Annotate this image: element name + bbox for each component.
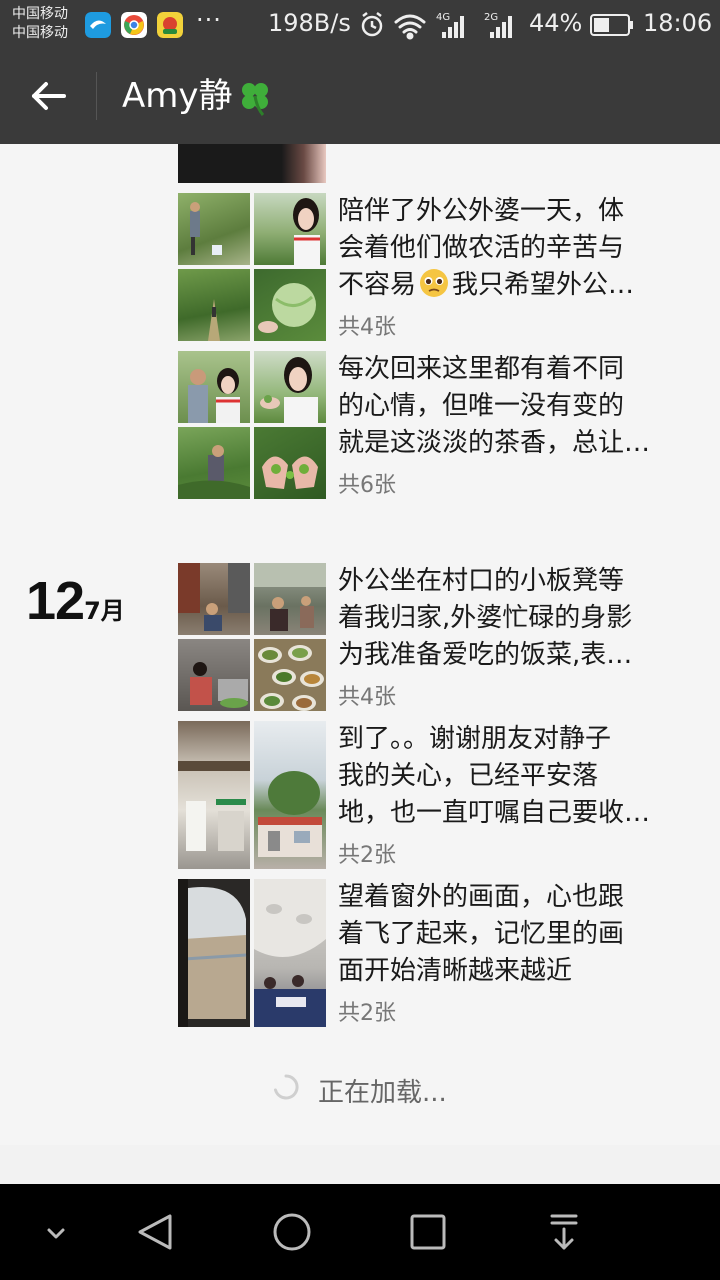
caption-line: 外公坐在村口的小板凳等 <box>338 566 625 596</box>
caption-line: 不容易 我只希望外公… <box>338 267 690 304</box>
album-post[interactable]: 到了。。谢谢朋友对静子 我的关心，已经平安落 地，也一直叮嘱自己要收… 共2张 <box>178 721 698 869</box>
wifi-icon <box>394 14 426 40</box>
pull-down-icon <box>550 1214 578 1250</box>
caption-line: 面开始清晰越来越近 <box>338 956 573 986</box>
post-thumbnails[interactable] <box>178 879 326 1027</box>
caption-line: 望着窗外的画面，心也跟 <box>338 882 625 912</box>
clock: 18:06 <box>643 9 713 37</box>
caption-text: 我只希望外公… <box>452 270 635 300</box>
date-header: 127月 <box>26 570 125 632</box>
photo-thumbnail[interactable] <box>178 144 326 183</box>
photo-thumbnail[interactable] <box>178 721 250 869</box>
photo-thumbnail[interactable] <box>178 427 250 499</box>
chrome-app-icon <box>121 12 147 38</box>
caption-line: 地，也一直叮嘱自己要收… <box>338 798 651 828</box>
album-post[interactable]: 外公坐在村口的小板凳等 着我归家,外婆忙碌的身影 为我准备爱吃的饭菜,表… 共4… <box>178 563 698 711</box>
date-month: 7月 <box>84 597 125 625</box>
photo-thumbnail[interactable] <box>254 427 326 499</box>
arrow-left-icon <box>32 82 66 110</box>
recents-nav-button[interactable] <box>404 1208 452 1256</box>
circle-home-icon <box>273 1213 311 1251</box>
spinner-icon <box>274 1074 299 1100</box>
photo-thumbnail[interactable] <box>254 193 326 265</box>
carrier-2: 中国移动 <box>12 25 68 41</box>
navigation-bar <box>0 1184 720 1280</box>
battery-percent: 44% <box>529 9 583 37</box>
loading-indicator: 正在加载... <box>0 1069 720 1109</box>
caption-text: 不容易 <box>338 270 417 300</box>
album-post[interactable]: 陪伴了外公外婆一天，体 会着他们做农活的辛苦与 不容易 我只希望外公… 共4张 <box>178 193 698 341</box>
carrier-label: 中国移动 中国移动 <box>12 5 68 43</box>
network-speed: 198B/s <box>268 9 351 37</box>
loading-text: 正在加载... <box>318 1078 447 1108</box>
album-post[interactable]: 每次回来这里都有着不同 的心情，但唯一没有变的 就是这淡淡的茶香，总让… 共6张 <box>178 351 698 499</box>
photo-thumbnail[interactable] <box>178 879 250 1027</box>
caption-line: 陪伴了外公外婆一天，体 <box>338 196 625 226</box>
battery-icon <box>590 14 633 36</box>
net-4g-label: 4G <box>436 12 450 23</box>
alarm-icon <box>361 12 383 37</box>
back-button[interactable] <box>22 72 74 120</box>
post-thumbnails[interactable] <box>178 721 326 869</box>
chevron-down-icon <box>47 1228 65 1239</box>
photo-count: 共2张 <box>338 843 396 868</box>
square-recents-icon <box>410 1214 446 1250</box>
photo-count: 共4张 <box>338 685 396 710</box>
post-caption[interactable]: 陪伴了外公外婆一天，体 会着他们做农活的辛苦与 不容易 我只希望外公… <box>338 193 690 304</box>
post-caption[interactable]: 每次回来这里都有着不同 的心情，但唯一没有变的 就是这淡淡的茶香，总让… <box>338 351 690 462</box>
caption-line: 的心情，但唯一没有变的 <box>338 391 625 421</box>
photo-count: 共2张 <box>338 1001 396 1026</box>
date-day: 12 <box>26 571 85 631</box>
more-notifications-icon: ··· <box>196 6 222 34</box>
carrier-1: 中国移动 <box>12 6 68 22</box>
post-caption[interactable]: 外公坐在村口的小板凳等 着我归家,外婆忙碌的身影 为我准备爱吃的饭菜,表… <box>338 563 690 674</box>
caption-line: 到了。。谢谢朋友对静子 <box>338 724 612 754</box>
photo-thumbnail[interactable] <box>254 351 326 423</box>
photo-thumbnail[interactable] <box>178 193 250 265</box>
post-thumbnails[interactable] <box>178 193 326 341</box>
photo-thumbnail[interactable] <box>254 563 326 635</box>
title-divider <box>96 72 97 120</box>
page-title: Amy静 <box>122 76 275 118</box>
game-app-icon <box>157 12 183 38</box>
photo-thumbnail[interactable] <box>254 639 326 711</box>
album-timeline[interactable]: 陪伴了外公外婆一天，体 会着他们做农活的辛苦与 不容易 我只希望外公… 共4张 每… <box>0 144 720 1145</box>
photo-thumbnail[interactable] <box>178 639 250 711</box>
caption-line: 为我准备爱吃的饭菜,表… <box>338 640 633 670</box>
back-nav-button[interactable] <box>132 1208 180 1256</box>
status-bar: 中国移动 中国移动 ··· 198B/s 4G 2G 44% 18:06 <box>0 0 720 48</box>
photo-count: 共6张 <box>338 473 396 498</box>
photo-thumbnail[interactable] <box>178 351 250 423</box>
title-bar: Amy静 <box>0 48 720 144</box>
photo-count: 共4张 <box>338 315 396 340</box>
album-post[interactable]: 望着窗外的画面，心也跟 着飞了起来，记忆里的画 面开始清晰越来越近 共2张 <box>178 879 698 1027</box>
post-caption[interactable]: 望着窗外的画面，心也跟 着飞了起来，记忆里的画 面开始清晰越来越近 <box>338 879 690 990</box>
caption-line: 每次回来这里都有着不同 <box>338 354 625 384</box>
caption-line: 就是这淡淡的茶香，总让… <box>338 428 651 458</box>
triangle-back-icon <box>138 1214 172 1250</box>
caption-line: 着飞了起来，记忆里的画 <box>338 919 625 949</box>
status-icons: 4G 2G <box>361 12 512 40</box>
browser-app-icon <box>85 12 111 38</box>
pleading-face-emoji-icon <box>420 269 449 297</box>
photo-thumbnail[interactable] <box>178 269 250 341</box>
photo-thumbnail[interactable] <box>178 563 250 635</box>
hide-nav-button[interactable] <box>32 1208 80 1256</box>
net-2g-label: 2G <box>484 12 498 23</box>
home-nav-button[interactable] <box>268 1208 316 1256</box>
page-title-text: Amy静 <box>122 76 233 116</box>
notification-pull-button[interactable] <box>540 1208 588 1256</box>
four-leaf-clover-icon <box>241 82 268 116</box>
photo-thumbnail[interactable] <box>254 721 326 869</box>
caption-line: 会着他们做农活的辛苦与 <box>338 233 625 263</box>
post-thumbnails[interactable] <box>178 351 326 499</box>
photo-thumbnail[interactable] <box>254 879 326 1027</box>
caption-line: 着我归家,外婆忙碌的身影 <box>338 603 633 633</box>
caption-line: 我的关心，已经平安落 <box>338 761 599 791</box>
post-caption[interactable]: 到了。。谢谢朋友对静子 我的关心，已经平安落 地，也一直叮嘱自己要收… <box>338 721 690 832</box>
photo-thumbnail[interactable] <box>254 269 326 341</box>
post-thumbnails[interactable] <box>178 563 326 711</box>
